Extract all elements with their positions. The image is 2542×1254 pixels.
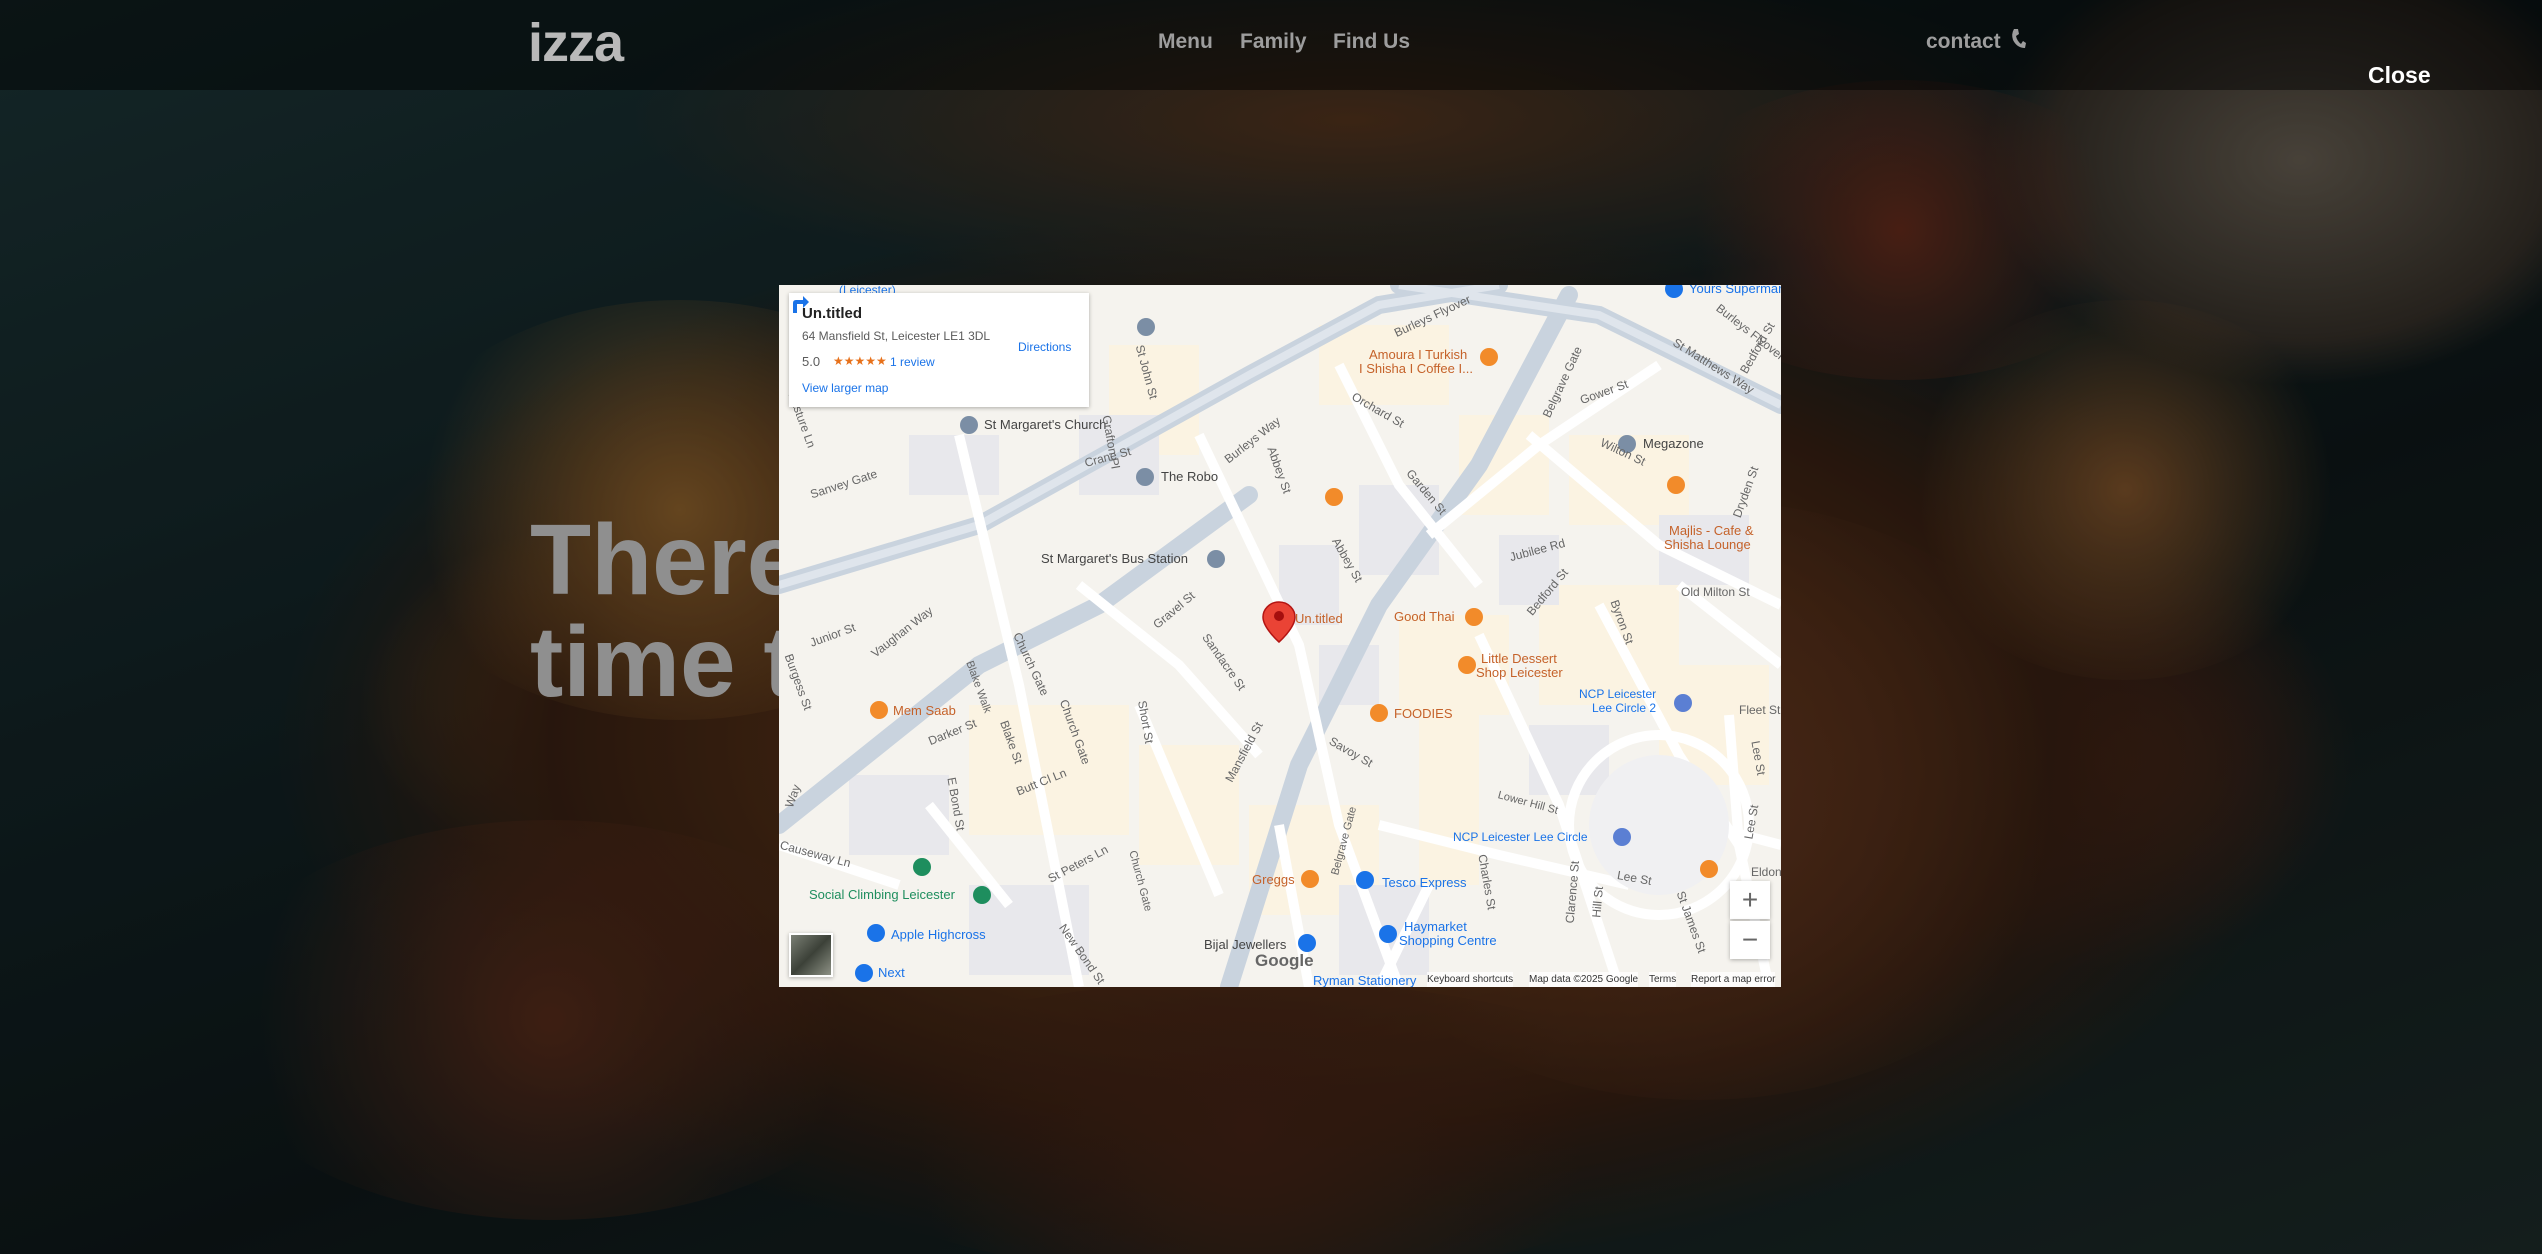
map-label-ncp[interactable]: NCP Leicester Lee Circle <box>1453 830 1588 844</box>
street-fleet: Fleet St <box>1739 703 1781 717</box>
map-label-st-margarets-church[interactable]: St Margaret's Church <box>984 417 1106 432</box>
street-hill: Hill St <box>1589 885 1607 919</box>
map-label-yours[interactable]: Yours Supermarket <box>1689 285 1781 296</box>
map-label-tesco-express[interactable]: Tesco Express <box>1382 875 1467 890</box>
site-logo[interactable]: izza <box>528 12 624 74</box>
nav-menu[interactable]: Menu <box>1158 30 1213 54</box>
keyboard-shortcuts-link[interactable]: Keyboard shortcuts <box>1427 972 1514 987</box>
map-label-apple-highcross[interactable]: Apple Highcross <box>891 927 986 942</box>
hero-heading-line-1: There <box>530 504 803 616</box>
map-label-bus-station[interactable]: St Margaret's Bus Station <box>1041 551 1188 566</box>
report-map-error-link[interactable]: Report a map error <box>1691 972 1776 987</box>
google-map-embed[interactable]: (Leicester) Yours Supermarket Amoura I T… <box>779 285 1781 987</box>
map-label-the-robo[interactable]: The Robo <box>1161 469 1218 484</box>
zoom-out-button[interactable]: − <box>1730 921 1770 959</box>
nav-family[interactable]: Family <box>1240 30 1307 54</box>
street-old-milton: Old Milton St <box>1681 585 1750 599</box>
google-logo: Google <box>1255 951 1314 970</box>
map-data-attribution: Map data ©2025 Google <box>1529 972 1639 987</box>
map-label-majlis-2[interactable]: Shisha Lounge <box>1664 537 1751 552</box>
map-label-haymarket-2[interactable]: Shopping Centre <box>1399 933 1497 948</box>
map-label-bijal[interactable]: Bijal Jewellers <box>1204 937 1286 952</box>
street-eldon: Eldon St <box>1751 865 1781 879</box>
map-label-mem-saab[interactable]: Mem Saab <box>893 703 956 718</box>
map-label-majlis-1[interactable]: Majlis - Cafe & <box>1669 523 1754 538</box>
place-address: 64 Mansfield St, Leicester LE1 3DL <box>802 329 991 343</box>
directions-link[interactable]: Directions <box>1018 340 1071 354</box>
nav-find-us[interactable]: Find Us <box>1333 30 1410 54</box>
map-label-little-dessert-2[interactable]: Shop Leicester <box>1476 665 1563 680</box>
map-label-ncp2-2[interactable]: Lee Circle 2 <box>1592 701 1656 715</box>
directions-icon[interactable] <box>789 293 811 315</box>
place-info-card: Un.titled 64 Mansfield St, Leicester LE1… <box>789 293 1089 407</box>
view-larger-map-link[interactable]: View larger map <box>802 381 888 395</box>
terms-link[interactable]: Terms <box>1649 972 1677 987</box>
contact-link[interactable]: contact <box>1926 30 2001 54</box>
map-label-haymarket-1[interactable]: Haymarket <box>1404 919 1467 934</box>
reviews-link[interactable]: 1 review <box>890 355 935 369</box>
place-name: Un.titled <box>802 305 862 322</box>
zoom-in-button[interactable]: + <box>1730 881 1770 919</box>
phone-icon[interactable] <box>2011 28 2027 56</box>
map-label-little-dessert-1[interactable]: Little Dessert <box>1481 651 1557 666</box>
map-label-social-climbing[interactable]: Social Climbing Leicester <box>809 887 955 902</box>
map-label-foodies[interactable]: FOODIES <box>1394 706 1453 721</box>
map-label-ncp2-1[interactable]: NCP Leicester <box>1579 687 1656 701</box>
map-label-ryman[interactable]: Ryman Stationery <box>1313 973 1416 987</box>
site-header: izza Menu Family Find Us contact <box>0 0 2542 90</box>
map-label-good-thai[interactable]: Good Thai <box>1394 609 1454 624</box>
map-label-next[interactable]: Next <box>878 965 905 980</box>
map-label-amoura-1[interactable]: Amoura I Turkish <box>1369 347 1467 362</box>
map-label-amoura-2[interactable]: I Shisha I Coffee I... <box>1359 361 1473 376</box>
close-button[interactable]: Close <box>2368 62 2431 89</box>
map-label-megazone[interactable]: Megazone <box>1643 436 1704 451</box>
hero-heading-line-2: time t <box>530 606 797 718</box>
map-label-greggs[interactable]: Greggs <box>1252 872 1295 887</box>
satellite-toggle-button[interactable] <box>789 933 833 977</box>
rating-stars-icon: ★★★★★ <box>833 354 887 368</box>
place-rating: 5.0 <box>802 354 821 369</box>
map-label-untitled[interactable]: Un.titled <box>1295 611 1343 626</box>
